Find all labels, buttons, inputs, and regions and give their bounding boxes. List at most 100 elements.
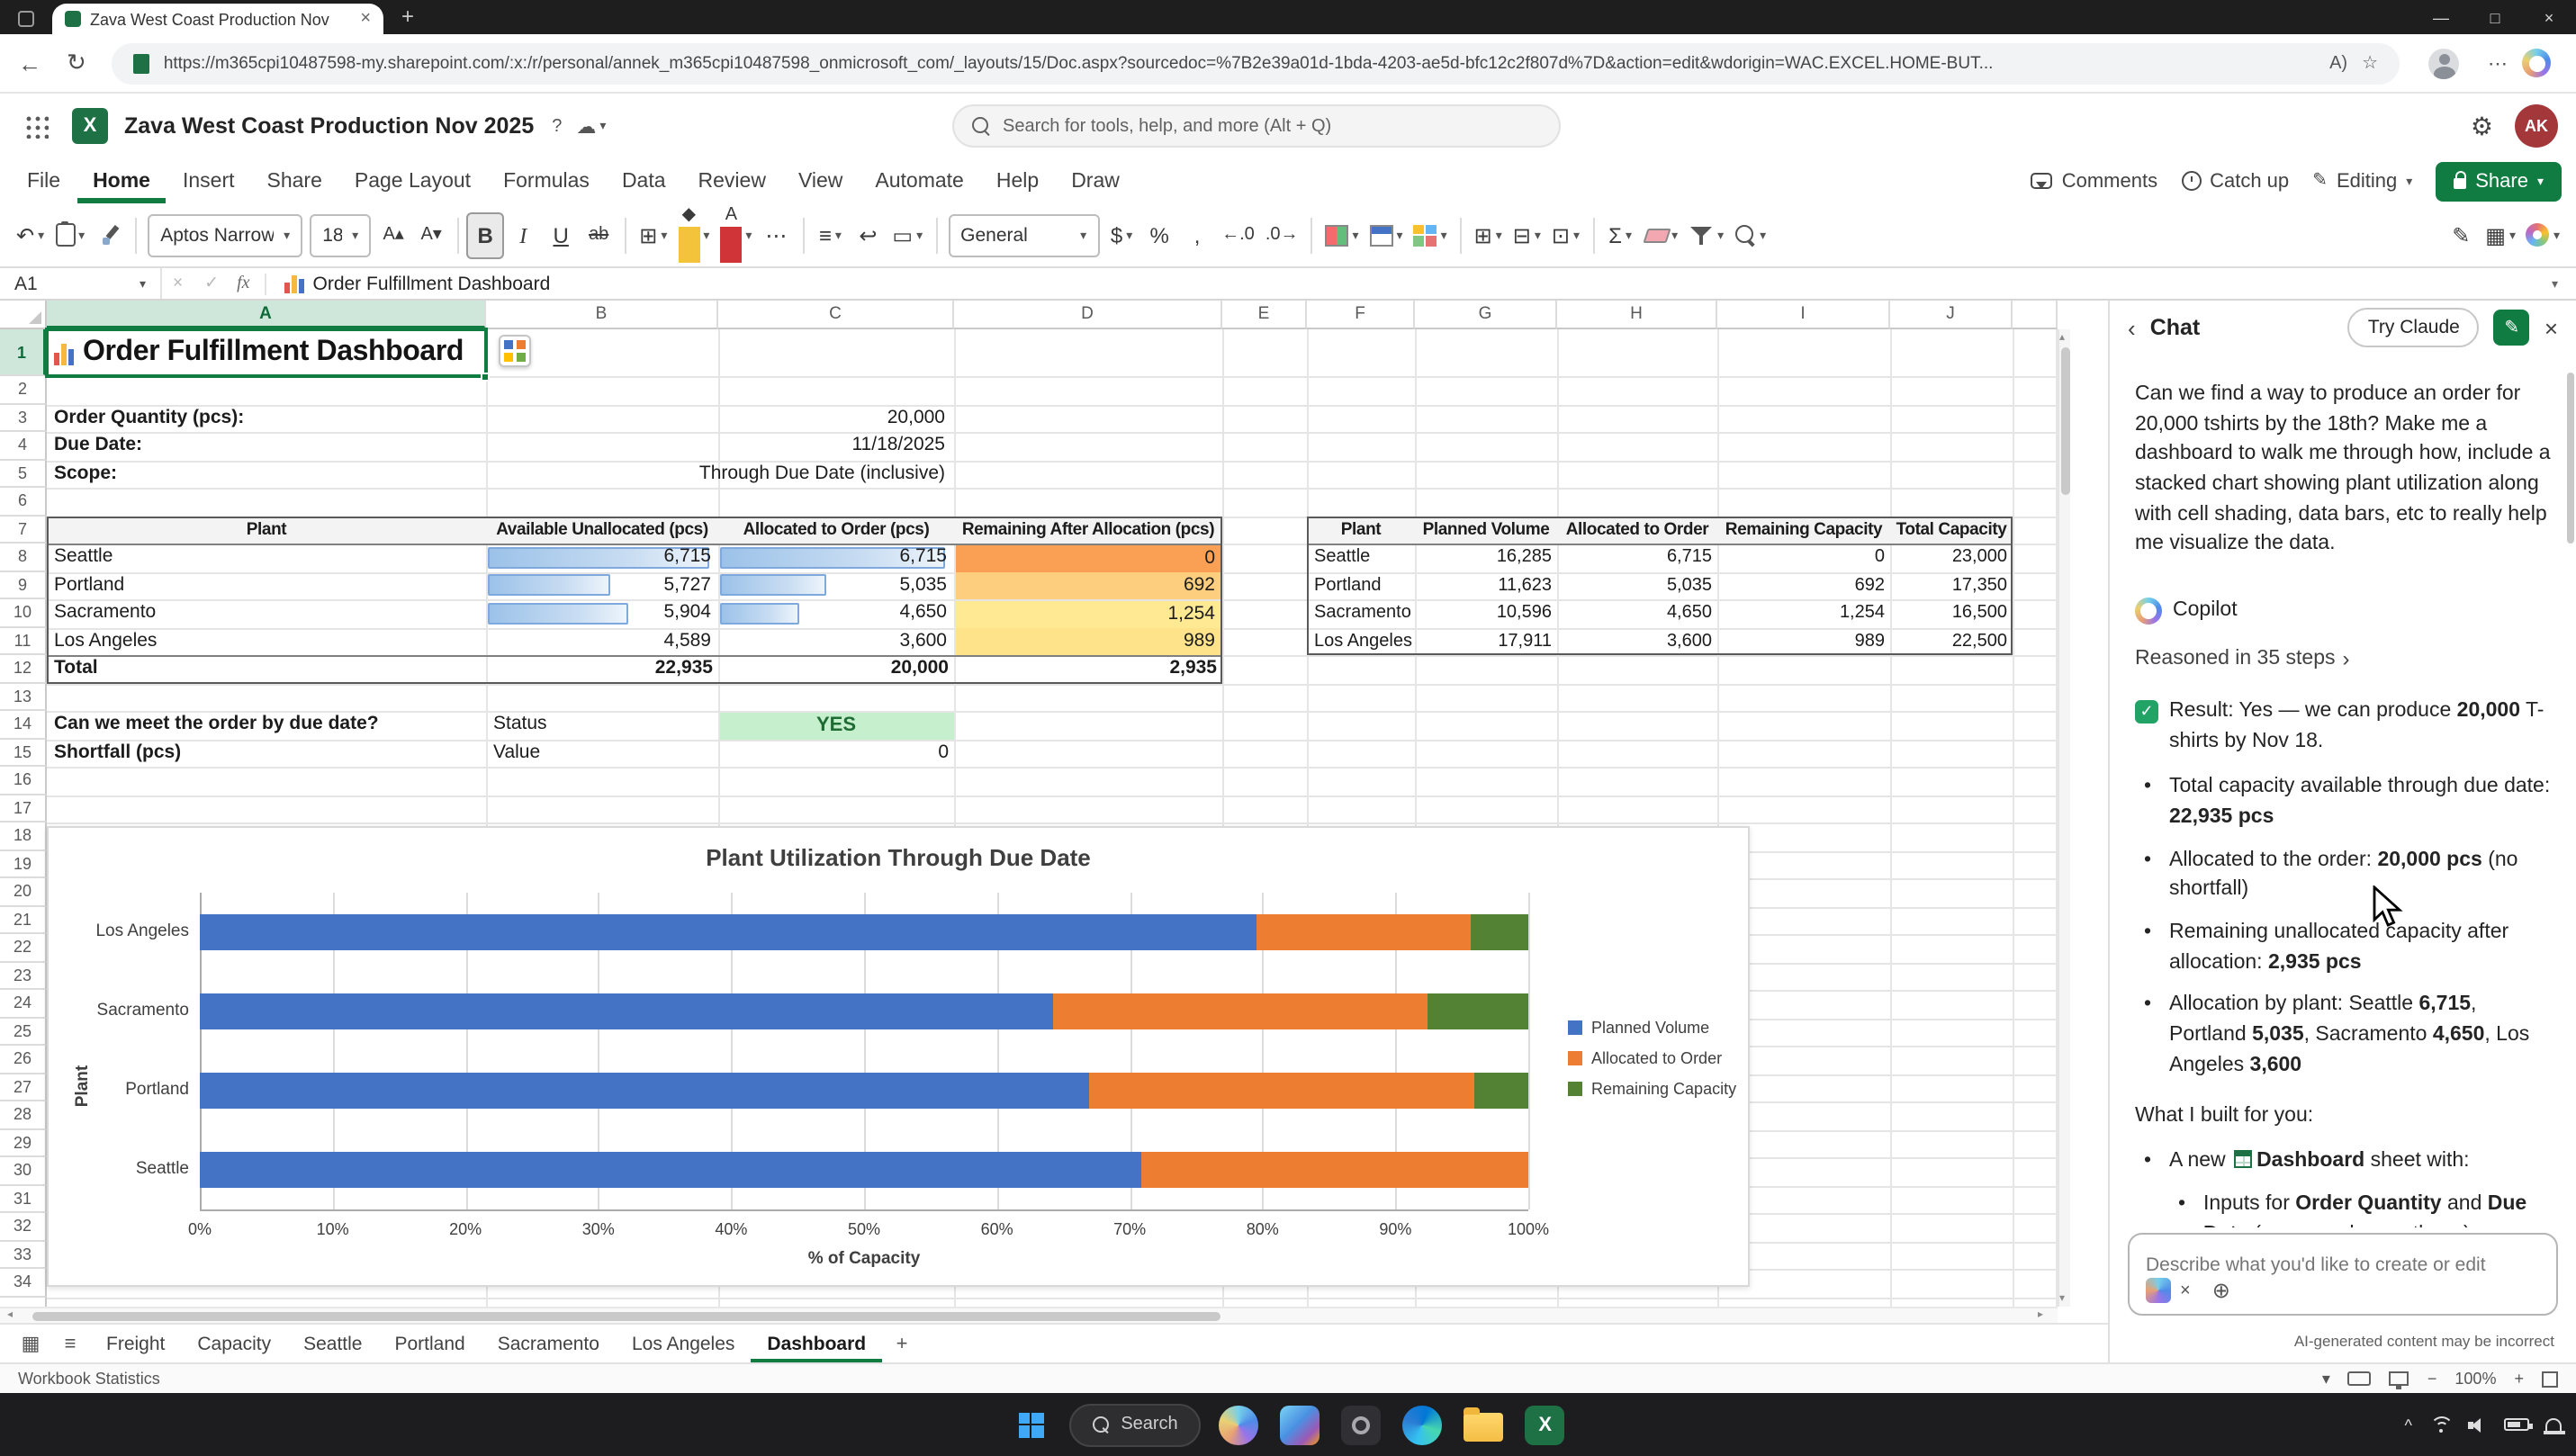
all-sheets-menu-icon[interactable]: ≡ [50, 1325, 90, 1362]
legend-item[interactable]: Allocated to Order [1568, 1049, 1736, 1067]
scroll-down-icon[interactable]: ▾ [2059, 1292, 2065, 1305]
column-header-J[interactable]: J [1890, 301, 2013, 329]
input-value[interactable]: Through Due Date (inclusive) [540, 460, 950, 488]
row-header-12[interactable]: 12 [0, 655, 47, 683]
add-sheet-button[interactable]: + [882, 1325, 922, 1362]
ribbon-tab-home[interactable]: Home [77, 158, 167, 203]
column-header-B[interactable]: B [486, 301, 718, 329]
taskbar-copilot-icon[interactable] [1216, 1401, 1263, 1448]
capacity-plant-cell[interactable]: Los Angeles [1311, 627, 1411, 655]
column-header-H[interactable]: H [1557, 301, 1717, 329]
ribbon-tab-page-layout[interactable]: Page Layout [338, 158, 487, 203]
strikethrough-button[interactable]: ab [580, 211, 617, 258]
back-button[interactable]: ← [18, 49, 41, 76]
scroll-right-icon[interactable]: ▸ [2038, 1308, 2043, 1321]
web-search-icon[interactable]: ⊕ [2212, 1278, 2230, 1303]
borders-button[interactable]: ⊞▾ [634, 211, 672, 258]
share-button[interactable]: Share ▾ [2436, 161, 2562, 201]
plant-name-cell[interactable]: Sacramento [50, 599, 482, 627]
column-header-C[interactable]: C [718, 301, 954, 329]
taskbar-excel-icon[interactable]: X [1522, 1401, 1569, 1448]
capacity-value-cell[interactable]: 6,715 [1557, 544, 1717, 571]
row-header-16[interactable]: 16 [0, 767, 47, 795]
cell-styles-button[interactable]: ▾ [1409, 211, 1453, 258]
row-header-28[interactable]: 28 [0, 1101, 47, 1129]
app-launcher-icon[interactable] [23, 113, 49, 139]
chat-collapse-icon[interactable]: ‹ [2128, 314, 2136, 341]
databar-cell[interactable]: 3,600 [720, 629, 950, 653]
sheet-tab-seattle[interactable]: Seattle [287, 1325, 378, 1362]
capacity-value-cell[interactable]: 11,623 [1415, 571, 1557, 599]
allocation-header-cell[interactable]: Plant [47, 516, 486, 544]
excel-logo[interactable]: X [72, 108, 108, 144]
sheet-tab-los-angeles[interactable]: Los Angeles [616, 1325, 751, 1362]
editing-mode-button[interactable]: ✎ Editing ▾ [2312, 170, 2412, 192]
sheet-tab-sacramento[interactable]: Sacramento [482, 1325, 616, 1362]
column-header-I[interactable]: I [1717, 301, 1890, 329]
allocation-header-cell[interactable]: Remaining After Allocation (pcs) [954, 516, 1222, 544]
save-status-caret-icon[interactable]: ▾ [599, 119, 606, 133]
taskbar-edge-icon[interactable] [1400, 1401, 1446, 1448]
capacity-header-cell[interactable]: Plant [1307, 516, 1415, 544]
notification-bell-icon[interactable] [2545, 1417, 2562, 1432]
row-header-29[interactable]: 29 [0, 1129, 47, 1157]
row-header-17[interactable]: 17 [0, 795, 47, 822]
capacity-value-cell[interactable]: 0 [1717, 544, 1890, 571]
wrap-text-button[interactable]: ↩ [849, 211, 887, 258]
row-header-19[interactable]: 19 [0, 850, 47, 878]
row-header-7[interactable]: 7 [0, 516, 47, 544]
account-avatar[interactable]: AK [2515, 104, 2558, 148]
percent-button[interactable]: % [1140, 211, 1178, 258]
databar-cell[interactable]: 6,715 [720, 545, 950, 570]
row-header-25[interactable]: 25 [0, 1018, 47, 1046]
fill-handle[interactable] [481, 373, 490, 382]
font-size-select[interactable]: 18▾ [310, 213, 371, 256]
capacity-value-cell[interactable]: 4,650 [1557, 599, 1717, 627]
sort-filter-button[interactable]: ▾ [1683, 211, 1729, 258]
fullscreen-icon[interactable] [2542, 1371, 2558, 1387]
grow-font-button[interactable]: A▴ [374, 211, 412, 258]
try-claude-button[interactable]: Try Claude [2348, 308, 2480, 347]
ribbon-tab-share[interactable]: Share [251, 158, 338, 203]
databar-cell[interactable]: 4,589 [488, 629, 715, 653]
reload-button[interactable]: ↻ [67, 49, 86, 77]
remaining-cell[interactable]: 989 [956, 628, 1220, 655]
value-label-cell[interactable]: Value [490, 739, 652, 767]
row-header-2[interactable]: 2 [0, 376, 47, 404]
input-label[interactable]: Due Date: [50, 432, 482, 460]
row-header-22[interactable]: 22 [0, 934, 47, 962]
plant-name-cell[interactable]: Seattle [50, 544, 482, 571]
formula-fx-icon[interactable]: fx [237, 274, 249, 293]
delete-cells-button[interactable]: ⊟▾ [1508, 211, 1546, 258]
ribbon-tab-formulas[interactable]: Formulas [487, 158, 606, 203]
remaining-cell[interactable]: 0 [956, 544, 1220, 571]
ink-button[interactable]: ✎ [2442, 211, 2480, 258]
taskbar-photos-icon[interactable] [1277, 1401, 1324, 1448]
taskbar-search[interactable]: Search [1068, 1403, 1201, 1446]
ribbon-tab-help[interactable]: Help [980, 158, 1055, 203]
taskbar-explorer-icon[interactable] [1461, 1401, 1508, 1448]
taskbar-camera-icon[interactable] [1338, 1401, 1385, 1448]
capacity-value-cell[interactable]: 692 [1717, 571, 1890, 599]
select-all-corner[interactable] [0, 301, 47, 329]
ribbon-tab-automate[interactable]: Automate [859, 158, 979, 203]
browser-copilot-icon[interactable] [2522, 49, 2551, 77]
row-header-20[interactable]: 20 [0, 878, 47, 906]
row-header-32[interactable]: 32 [0, 1213, 47, 1241]
total-label-cell[interactable]: Total [50, 655, 482, 683]
settings-gear-icon[interactable]: ⚙ [2471, 111, 2493, 141]
read-aloud-icon[interactable]: A) [2329, 53, 2347, 73]
input-value[interactable]: 11/18/2025 [540, 432, 950, 460]
search-input[interactable]: Search for tools, help, and more (Alt + … [952, 104, 1561, 148]
chat-scroll-thumb[interactable] [2567, 373, 2574, 544]
row-header-11[interactable]: 11 [0, 627, 47, 655]
shrink-font-button[interactable]: A▾ [412, 211, 450, 258]
workbook-statistics-button[interactable]: Workbook Statistics [18, 1370, 160, 1388]
allocation-header-cell[interactable]: Allocated to Order (pcs) [718, 516, 954, 544]
bookmark-star-icon[interactable]: ☆ [2362, 53, 2378, 73]
quick-analysis-button[interactable] [499, 335, 531, 367]
title-cell[interactable]: Order Fulfillment Dashboard [54, 331, 482, 374]
sheet-view-icon[interactable]: ▦ [11, 1325, 50, 1362]
column-header-F[interactable]: F [1307, 301, 1415, 329]
capacity-value-cell[interactable]: 3,600 [1557, 627, 1717, 655]
